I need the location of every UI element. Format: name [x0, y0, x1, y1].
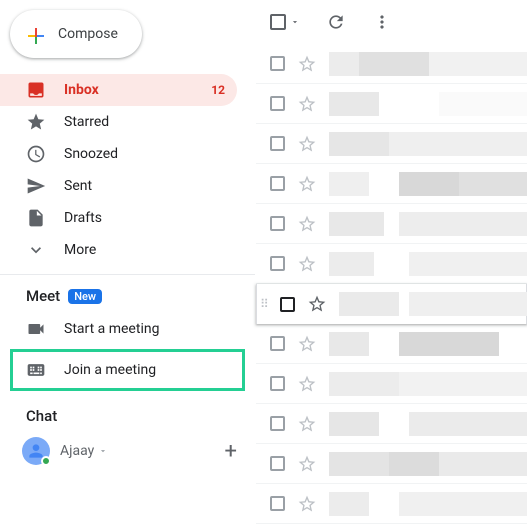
toolbar	[256, 0, 527, 44]
drag-handle-icon[interactable]: ⠿	[260, 297, 268, 311]
nav-inbox[interactable]: Inbox 12	[0, 74, 237, 106]
star-icon[interactable]	[297, 54, 317, 74]
nav-label: Drafts	[64, 210, 225, 226]
mail-preview	[329, 172, 527, 196]
mail-row[interactable]	[256, 364, 527, 404]
star-icon[interactable]	[297, 334, 317, 354]
checkbox-icon	[270, 14, 286, 30]
nav-more[interactable]: More	[0, 234, 237, 266]
mail-row[interactable]	[256, 484, 527, 524]
mail-row[interactable]	[256, 204, 527, 244]
star-icon[interactable]	[297, 94, 317, 114]
new-badge: New	[68, 289, 102, 304]
nav-snoozed[interactable]: Snoozed	[0, 138, 237, 170]
plus-icon	[24, 24, 44, 44]
row-checkbox[interactable]	[270, 136, 285, 151]
mail-preview	[329, 492, 527, 516]
row-checkbox[interactable]	[270, 416, 285, 431]
star-icon[interactable]	[297, 254, 317, 274]
inbox-icon	[26, 80, 46, 100]
chat-header: Chat	[0, 393, 255, 433]
row-checkbox[interactable]	[270, 56, 285, 71]
mail-row[interactable]	[256, 404, 527, 444]
compose-button[interactable]: Compose	[10, 10, 142, 58]
mail-preview	[329, 252, 527, 276]
mail-row[interactable]	[256, 324, 527, 364]
mail-preview	[329, 412, 527, 436]
nav-count: 12	[211, 83, 225, 97]
chat-user-row[interactable]: Ajaay +	[0, 433, 255, 469]
sidebar: Compose Inbox 12 Starred Snoozed Sent Dr…	[0, 0, 256, 521]
row-checkbox[interactable]	[280, 297, 295, 312]
meet-header: Meet New	[0, 287, 255, 311]
row-checkbox[interactable]	[270, 376, 285, 391]
nav-label: Snoozed	[64, 146, 225, 162]
join-meeting[interactable]: Join a meeting	[13, 352, 242, 388]
star-icon[interactable]	[307, 294, 327, 314]
star-icon[interactable]	[297, 494, 317, 514]
nav-drafts[interactable]: Drafts	[0, 202, 237, 234]
more-button[interactable]	[372, 12, 392, 32]
caret-down-icon	[290, 17, 300, 27]
star-icon[interactable]	[297, 454, 317, 474]
select-all[interactable]	[270, 14, 300, 30]
chat-username: Ajaay	[60, 443, 225, 459]
main-panel: ⠿	[256, 0, 527, 521]
mail-preview	[329, 52, 527, 76]
file-icon	[26, 208, 46, 228]
mail-preview	[329, 332, 527, 356]
row-checkbox[interactable]	[270, 176, 285, 191]
mail-row[interactable]	[256, 124, 527, 164]
row-checkbox[interactable]	[270, 256, 285, 271]
clock-icon	[26, 144, 46, 164]
send-icon	[26, 176, 46, 196]
mail-preview	[329, 372, 527, 396]
row-checkbox[interactable]	[270, 96, 285, 111]
row-checkbox[interactable]	[270, 496, 285, 511]
meet-item-label: Start a meeting	[64, 321, 159, 337]
join-meeting-highlight: Join a meeting	[10, 349, 245, 391]
avatar	[22, 437, 50, 465]
mail-preview	[329, 132, 527, 156]
mail-preview	[329, 452, 527, 476]
nav-sent[interactable]: Sent	[0, 170, 237, 202]
keyboard-icon	[26, 360, 46, 380]
mail-row[interactable]	[256, 444, 527, 484]
videocam-icon	[26, 319, 46, 339]
star-icon	[26, 112, 46, 132]
mail-row[interactable]	[256, 44, 527, 84]
star-icon[interactable]	[297, 174, 317, 194]
row-checkbox[interactable]	[270, 336, 285, 351]
star-icon[interactable]	[297, 414, 317, 434]
star-icon[interactable]	[297, 214, 317, 234]
row-checkbox[interactable]	[270, 216, 285, 231]
divider	[0, 274, 255, 275]
nav-list: Inbox 12 Starred Snoozed Sent Drafts Mor…	[0, 74, 255, 266]
mail-row[interactable]	[256, 84, 527, 124]
presence-indicator	[41, 456, 51, 466]
mail-row[interactable]	[256, 164, 527, 204]
mail-preview	[339, 292, 527, 316]
start-meeting[interactable]: Start a meeting	[0, 311, 255, 347]
nav-starred[interactable]: Starred	[0, 106, 237, 138]
mail-preview	[329, 212, 527, 236]
meet-item-label: Join a meeting	[64, 362, 156, 378]
chevron-down-icon	[26, 240, 46, 260]
meet-title: Meet	[26, 287, 60, 305]
nav-label: More	[64, 242, 225, 258]
mail-list: ⠿	[256, 44, 527, 524]
star-icon[interactable]	[297, 374, 317, 394]
mail-row[interactable]: ⠿	[256, 284, 527, 324]
compose-label: Compose	[58, 26, 118, 42]
mail-row[interactable]	[256, 244, 527, 284]
nav-label: Inbox	[64, 82, 211, 98]
mail-preview	[329, 92, 527, 116]
star-icon[interactable]	[297, 134, 317, 154]
nav-label: Starred	[64, 114, 225, 130]
nav-label: Sent	[64, 178, 225, 194]
add-chat-button[interactable]: +	[225, 439, 237, 464]
row-checkbox[interactable]	[270, 456, 285, 471]
refresh-button[interactable]	[326, 12, 346, 32]
